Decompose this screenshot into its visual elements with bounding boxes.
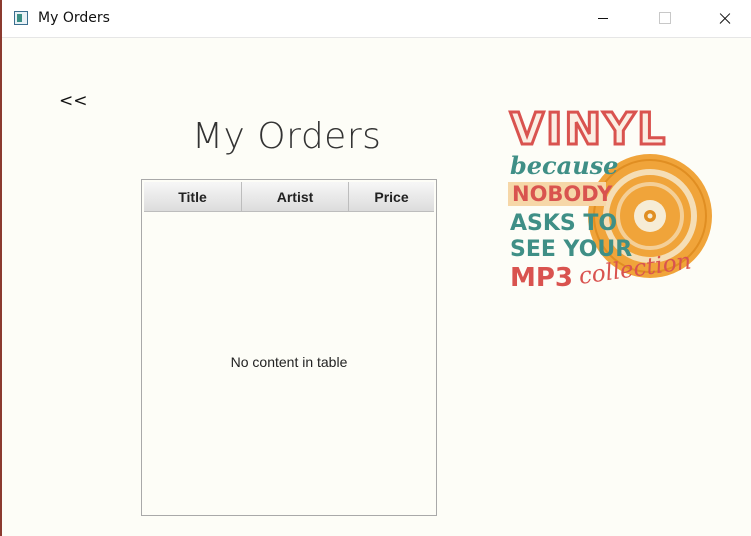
poster-text-nobody: NOBODY — [512, 182, 613, 206]
app-icon — [14, 11, 28, 25]
vinyl-poster-image: VINYL because NOBODY ASKS TO SEE YOUR MP… — [508, 103, 712, 293]
window-title: My Orders — [38, 10, 110, 26]
title-bar: My Orders — [2, 0, 751, 38]
empty-table-message: No content in table — [230, 354, 348, 370]
main-content: << My Orders Title Artist Price No conte… — [2, 38, 751, 536]
minimize-button[interactable] — [580, 0, 626, 37]
page-title: My Orders — [192, 116, 382, 157]
column-header-title[interactable]: Title — [144, 182, 242, 212]
column-header-price[interactable]: Price — [349, 182, 434, 212]
poster-text-because: because — [510, 151, 618, 180]
maximize-button[interactable] — [642, 0, 688, 37]
back-button[interactable]: << — [59, 91, 88, 111]
poster-text-vinyl: VINYL — [510, 104, 667, 155]
poster-text-asks-to: ASKS TO — [510, 211, 617, 236]
orders-table[interactable]: Title Artist Price No content in table — [141, 179, 437, 516]
table-header: Title Artist Price — [144, 182, 434, 212]
close-button[interactable] — [702, 0, 748, 37]
column-header-artist[interactable]: Artist — [242, 182, 349, 212]
poster-text-mp3: MP3 — [510, 263, 573, 293]
